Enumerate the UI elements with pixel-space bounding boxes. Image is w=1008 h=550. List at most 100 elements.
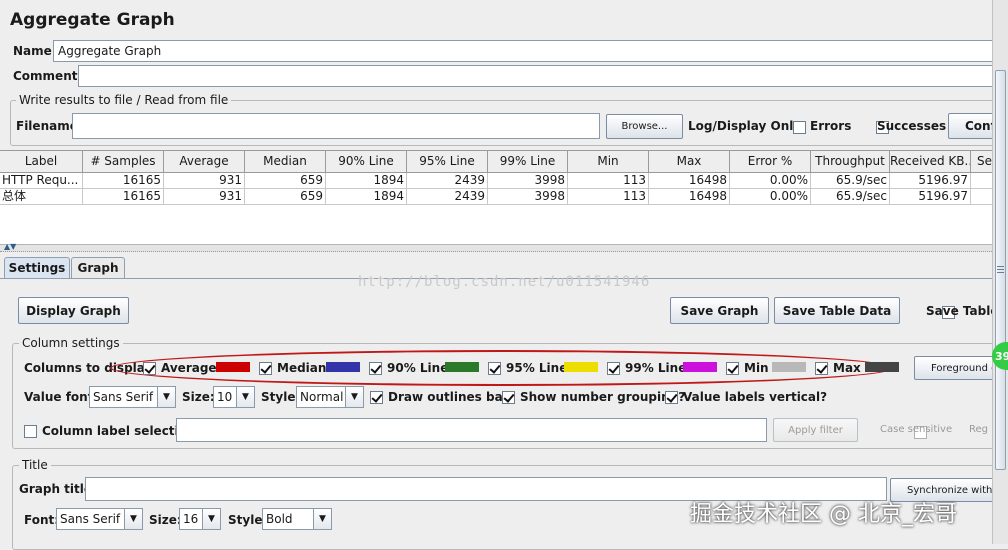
column-label-selection-checkbox[interactable] xyxy=(24,425,37,438)
chevron-down-icon[interactable]: ▼ xyxy=(124,509,142,529)
column-label-selection-toggle[interactable]: Column label selection: xyxy=(24,424,200,438)
table-cell: 16165 xyxy=(83,173,164,189)
draw-outlines-label: Draw outlines bar? xyxy=(388,390,516,404)
table-cell: 659 xyxy=(245,173,326,189)
column-label-filter-input[interactable] xyxy=(176,418,767,442)
median-color-swatch[interactable] xyxy=(326,362,360,372)
95-line-checkbox[interactable] xyxy=(488,362,501,375)
collapse-arrows-icon[interactable]: ▲▼ xyxy=(4,242,16,251)
column-header[interactable]: Throughput xyxy=(811,151,890,173)
comments-field[interactable] xyxy=(78,65,998,87)
column-header[interactable]: Average xyxy=(164,151,245,173)
99-line-checkbox[interactable] xyxy=(607,362,620,375)
column-toggle-max[interactable]: Max xyxy=(815,361,861,375)
median-checkbox[interactable] xyxy=(259,362,272,375)
watermark-cn: 掘金技术社区 @ 北京_宏哥 xyxy=(690,502,957,527)
column-header[interactable]: 90% Line xyxy=(326,151,407,173)
save-table-data-button[interactable]: Save Table Data xyxy=(774,297,900,324)
value-font-label: Value font: xyxy=(24,390,99,404)
column-toggle-average[interactable]: Average xyxy=(143,361,217,375)
table-cell: 3998 xyxy=(488,173,568,189)
column-header[interactable]: Received KB... xyxy=(890,151,971,173)
display-graph-button[interactable]: Display Graph xyxy=(18,297,129,324)
errors-label: Errors xyxy=(810,119,852,133)
99-line-label: 99% Line xyxy=(625,361,687,375)
table-cell: 659 xyxy=(245,189,326,205)
column-header[interactable]: Error % xyxy=(730,151,811,173)
column-toggle-90-line[interactable]: 90% Line xyxy=(369,361,448,375)
table-cell: 931 xyxy=(164,189,245,205)
table-cell: 0.00% xyxy=(730,189,811,205)
value-size-select[interactable]: 10 ▼ xyxy=(213,386,255,408)
grip-icon xyxy=(997,266,1004,267)
table-header: Label # Samples Average Median 90% Line … xyxy=(0,151,1008,173)
column-toggle-99-line[interactable]: 99% Line xyxy=(607,361,686,375)
max-label: Max xyxy=(833,361,861,375)
split-divider[interactable]: ▲▼ xyxy=(0,242,1008,252)
column-toggle-min[interactable]: Min xyxy=(726,361,769,375)
table-cell: 65.9/sec xyxy=(811,189,890,205)
title-size-select[interactable]: 16 ▼ xyxy=(179,508,221,530)
vertical-scrollbar[interactable] xyxy=(992,0,1008,544)
average-color-swatch[interactable] xyxy=(216,362,250,372)
value-font-value: Sans Serif xyxy=(93,390,154,404)
table-cell: 0.00% xyxy=(730,173,811,189)
name-field[interactable]: Aggregate Graph xyxy=(53,40,998,62)
column-settings-legend: Column settings xyxy=(19,336,123,350)
title-font-label: Font: xyxy=(24,513,60,527)
column-header[interactable]: Min xyxy=(568,151,649,173)
table-row[interactable]: HTTP Requ... 16165 931 659 1894 2439 399… xyxy=(0,173,1008,189)
column-header[interactable]: Max xyxy=(649,151,730,173)
90-line-checkbox[interactable] xyxy=(369,362,382,375)
average-label: Average xyxy=(161,361,217,375)
browse-button[interactable]: Browse... xyxy=(606,114,683,139)
scrollbar-thumb[interactable] xyxy=(995,70,1006,470)
chevron-down-icon[interactable]: ▼ xyxy=(313,509,331,529)
value-style-select[interactable]: Normal ▼ xyxy=(296,386,364,408)
tab-settings[interactable]: Settings xyxy=(4,257,70,278)
90-line-color-swatch[interactable] xyxy=(445,362,479,372)
value-size-value: 10 xyxy=(217,390,233,404)
column-toggle-95-line[interactable]: 95% Line xyxy=(488,361,567,375)
tab-graph[interactable]: Graph xyxy=(71,257,125,278)
number-grouping-toggle[interactable]: Show number grouping? xyxy=(502,390,685,404)
table-row[interactable]: 总体 16165 931 659 1894 2439 3998 113 1649… xyxy=(0,189,1008,205)
chevron-down-icon[interactable]: ▼ xyxy=(236,387,254,407)
filename-input[interactable] xyxy=(72,113,600,139)
number-grouping-label: Show number grouping? xyxy=(520,390,686,404)
table-cell: 113 xyxy=(568,189,649,205)
draw-outlines-checkbox[interactable] xyxy=(370,391,383,404)
chevron-down-icon[interactable]: ▼ xyxy=(202,509,220,529)
column-header[interactable]: Median xyxy=(245,151,326,173)
table-cell: 16498 xyxy=(649,173,730,189)
column-header[interactable]: 95% Line xyxy=(407,151,488,173)
save-graph-button[interactable]: Save Graph xyxy=(670,297,769,324)
errors-checkbox[interactable] xyxy=(793,121,806,134)
column-header[interactable]: 99% Line xyxy=(488,151,568,173)
average-checkbox[interactable] xyxy=(143,362,156,375)
max-color-swatch[interactable] xyxy=(865,362,899,372)
column-toggle-median[interactable]: Median xyxy=(259,361,326,375)
labels-vertical-checkbox[interactable] xyxy=(665,391,678,404)
column-header[interactable]: # Samples xyxy=(83,151,164,173)
99-line-color-swatch[interactable] xyxy=(683,362,717,372)
title-style-select[interactable]: Bold ▼ xyxy=(262,508,332,530)
column-header[interactable]: Label xyxy=(0,151,83,173)
median-label: Median xyxy=(277,361,327,375)
title-legend: Title xyxy=(19,458,51,472)
labels-vertical-toggle[interactable]: Value labels vertical? xyxy=(665,390,827,404)
min-checkbox[interactable] xyxy=(726,362,739,375)
95-line-color-swatch[interactable] xyxy=(564,362,598,372)
value-font-select[interactable]: Sans Serif ▼ xyxy=(89,386,176,408)
results-table: Label # Samples Average Median 90% Line … xyxy=(0,150,1008,244)
apply-filter-button[interactable]: Apply filter xyxy=(773,418,858,442)
chevron-down-icon[interactable]: ▼ xyxy=(157,387,175,407)
min-color-swatch[interactable] xyxy=(772,362,806,372)
chevron-down-icon[interactable]: ▼ xyxy=(345,387,363,407)
table-cell: 1894 xyxy=(326,189,407,205)
max-checkbox[interactable] xyxy=(815,362,828,375)
number-grouping-checkbox[interactable] xyxy=(502,391,515,404)
draw-outlines-toggle[interactable]: Draw outlines bar? xyxy=(370,390,516,404)
table-cell: 总体 xyxy=(0,189,83,205)
title-font-select[interactable]: Sans Serif ▼ xyxy=(56,508,143,530)
